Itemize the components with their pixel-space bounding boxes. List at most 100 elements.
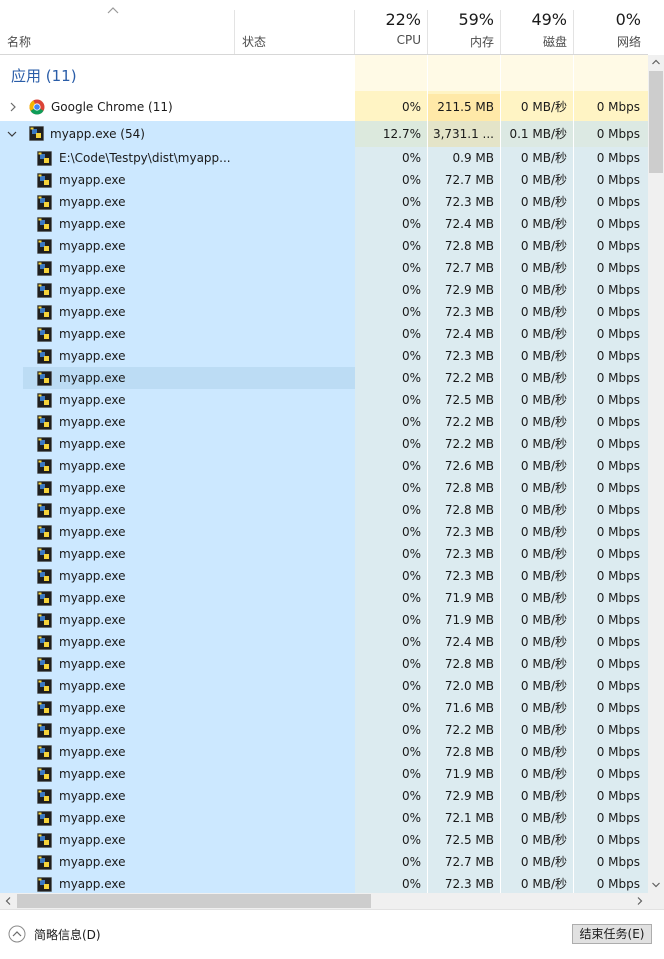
child-process-row[interactable]: myapp.exe 0% 72.4 MB 0 MB/秒 0 Mbps: [0, 631, 648, 653]
child-process-row[interactable]: myapp.exe 0% 72.7 MB 0 MB/秒 0 Mbps: [0, 257, 648, 279]
process-name: myapp.exe: [59, 239, 126, 253]
child-process-row[interactable]: myapp.exe 0% 72.2 MB 0 MB/秒 0 Mbps: [0, 367, 648, 389]
scrollbar-corner: [648, 893, 664, 909]
network-cell: 0 Mbps: [574, 477, 648, 499]
child-process-row[interactable]: myapp.exe 0% 72.2 MB 0 MB/秒 0 Mbps: [0, 433, 648, 455]
child-process-row[interactable]: myapp.exe 0% 72.3 MB 0 MB/秒 0 Mbps: [0, 543, 648, 565]
child-process-row[interactable]: myapp.exe 0% 72.4 MB 0 MB/秒 0 Mbps: [0, 213, 648, 235]
cpu-cell: 0%: [355, 367, 427, 389]
child-process-row[interactable]: myapp.exe 0% 72.7 MB 0 MB/秒 0 Mbps: [0, 851, 648, 873]
process-row-myapp-group[interactable]: myapp.exe (54) 12.7% 3,731.1 ... 0.1 MB/…: [0, 121, 648, 147]
network-cell: 0 Mbps: [574, 873, 648, 893]
memory-cell: 72.3 MB: [428, 301, 500, 323]
child-process-row[interactable]: myapp.exe 0% 72.1 MB 0 MB/秒 0 Mbps: [0, 807, 648, 829]
child-process-row[interactable]: myapp.exe 0% 71.9 MB 0 MB/秒 0 Mbps: [0, 763, 648, 785]
memory-value: 72.8 MB: [444, 239, 494, 253]
memory-cell: 72.2 MB: [428, 433, 500, 455]
disk-cell: 0 MB/秒: [501, 169, 573, 191]
vertical-scrollbar[interactable]: [648, 55, 664, 893]
end-task-button[interactable]: 结束任务(E): [572, 924, 652, 944]
disk-cell: 0 MB/秒: [501, 411, 573, 433]
horizontal-scrollbar[interactable]: [0, 893, 648, 909]
cpu-value: 0%: [401, 195, 421, 209]
python-exe-icon: [37, 261, 52, 276]
child-process-row[interactable]: myapp.exe 0% 72.3 MB 0 MB/秒 0 Mbps: [0, 301, 648, 323]
child-process-row[interactable]: myapp.exe 0% 72.3 MB 0 MB/秒 0 Mbps: [0, 565, 648, 587]
child-process-row[interactable]: myapp.exe 0% 72.8 MB 0 MB/秒 0 Mbps: [0, 653, 648, 675]
network-cell: 0 Mbps: [574, 785, 648, 807]
column-header-name[interactable]: 名称: [0, 0, 234, 54]
child-process-row[interactable]: myapp.exe 0% 71.9 MB 0 MB/秒 0 Mbps: [0, 609, 648, 631]
network-cell: 0 Mbps: [574, 521, 648, 543]
memory-cell: 72.4 MB: [428, 323, 500, 345]
python-exe-icon: [37, 503, 52, 518]
child-process-row[interactable]: myapp.exe 0% 72.4 MB 0 MB/秒 0 Mbps: [0, 323, 648, 345]
process-name: myapp.exe: [59, 503, 126, 517]
column-header-cpu[interactable]: 22% CPU: [355, 0, 428, 54]
name-cell-bg: [0, 521, 355, 543]
process-name: myapp.exe: [59, 811, 126, 825]
child-process-row[interactable]: myapp.exe 0% 72.0 MB 0 MB/秒 0 Mbps: [0, 675, 648, 697]
child-process-row[interactable]: myapp.exe 0% 71.9 MB 0 MB/秒 0 Mbps: [0, 587, 648, 609]
cpu-cell: 0%: [355, 389, 427, 411]
network-value: 0 Mbps: [596, 591, 640, 605]
child-process-row[interactable]: myapp.exe 0% 72.9 MB 0 MB/秒 0 Mbps: [0, 785, 648, 807]
network-cell: 0 Mbps: [574, 653, 648, 675]
child-process-row[interactable]: myapp.exe 0% 72.3 MB 0 MB/秒 0 Mbps: [0, 191, 648, 213]
child-process-row[interactable]: myapp.exe 0% 72.5 MB 0 MB/秒 0 Mbps: [0, 829, 648, 851]
process-row-chrome[interactable]: Google Chrome (11) 0% 211.5 MB 0 MB/秒 0 …: [0, 94, 648, 121]
network-value: 0 Mbps: [596, 503, 640, 517]
memory-cell: 72.2 MB: [428, 367, 500, 389]
child-process-row[interactable]: myapp.exe 0% 72.3 MB 0 MB/秒 0 Mbps: [0, 521, 648, 543]
process-name: myapp.exe: [59, 613, 126, 627]
memory-cell: 72.3 MB: [428, 543, 500, 565]
child-process-row[interactable]: myapp.exe 0% 72.6 MB 0 MB/秒 0 Mbps: [0, 455, 648, 477]
scroll-right-arrow-icon[interactable]: [637, 897, 643, 905]
network-value: 0 Mbps: [596, 305, 640, 319]
child-process-row[interactable]: myapp.exe 0% 71.6 MB 0 MB/秒 0 Mbps: [0, 697, 648, 719]
python-exe-icon: [37, 459, 52, 474]
cpu-cell: 0%: [355, 521, 427, 543]
vertical-scroll-thumb[interactable]: [649, 71, 663, 173]
child-process-row[interactable]: myapp.exe 0% 72.2 MB 0 MB/秒 0 Mbps: [0, 411, 648, 433]
memory-value: 72.4 MB: [444, 327, 494, 341]
child-process-row[interactable]: myapp.exe 0% 72.8 MB 0 MB/秒 0 Mbps: [0, 741, 648, 763]
horizontal-scroll-thumb[interactable]: [17, 894, 371, 908]
child-process-row[interactable]: E:\Code\Testpy\dist\myapp... 0% 0.9 MB 0 MB…: [0, 147, 648, 169]
child-process-row[interactable]: myapp.exe 0% 72.3 MB 0 MB/秒 0 Mbps: [0, 873, 648, 893]
python-exe-icon: [37, 283, 52, 298]
memory-cell: 72.3 MB: [428, 345, 500, 367]
name-cell-bg: [0, 741, 355, 763]
process-list[interactable]: 应用 (11) Google Chrome (11) 0% 211.5 MB 0…: [0, 55, 648, 893]
group-header-apps: 应用 (11): [0, 55, 648, 91]
scroll-left-arrow-icon[interactable]: [5, 897, 11, 905]
column-header-memory[interactable]: 59% 内存: [428, 0, 501, 54]
column-header-disk[interactable]: 49% 磁盘: [501, 0, 574, 54]
network-value: 0 Mbps: [596, 547, 640, 561]
child-process-row[interactable]: myapp.exe 0% 72.5 MB 0 MB/秒 0 Mbps: [0, 389, 648, 411]
cpu-cell: 0%: [355, 543, 427, 565]
network-cell: 0 Mbps: [574, 609, 648, 631]
child-process-row[interactable]: myapp.exe 0% 72.2 MB 0 MB/秒 0 Mbps: [0, 719, 648, 741]
child-process-row[interactable]: myapp.exe 0% 72.8 MB 0 MB/秒 0 Mbps: [0, 477, 648, 499]
child-process-row[interactable]: myapp.exe 0% 72.8 MB 0 MB/秒 0 Mbps: [0, 499, 648, 521]
cpu-value: 0%: [401, 767, 421, 781]
cpu-value: 0%: [401, 459, 421, 473]
child-process-row[interactable]: myapp.exe 0% 72.3 MB 0 MB/秒 0 Mbps: [0, 345, 648, 367]
chevron-right-icon[interactable]: [8, 102, 18, 112]
column-name-label: 名称: [7, 35, 32, 49]
column-header-status[interactable]: 状态: [235, 0, 354, 54]
scroll-down-arrow-icon[interactable]: [652, 882, 660, 888]
column-header-network[interactable]: 0% 网络: [574, 0, 648, 54]
disk-cell: 0 MB/秒: [501, 829, 573, 851]
disk-cell: 0 MB/秒: [501, 499, 573, 521]
child-process-row[interactable]: myapp.exe 0% 72.8 MB 0 MB/秒 0 Mbps: [0, 235, 648, 257]
child-process-row[interactable]: myapp.exe 0% 72.7 MB 0 MB/秒 0 Mbps: [0, 169, 648, 191]
memory-label: 内存: [469, 35, 494, 49]
cpu-cell: 0%: [355, 785, 427, 807]
chevron-down-icon[interactable]: [7, 129, 17, 139]
scroll-up-arrow-icon[interactable]: [652, 59, 660, 65]
disk-cell: 0 MB/秒: [501, 323, 573, 345]
child-process-row[interactable]: myapp.exe 0% 72.9 MB 0 MB/秒 0 Mbps: [0, 279, 648, 301]
memory-cell: 72.3 MB: [428, 521, 500, 543]
